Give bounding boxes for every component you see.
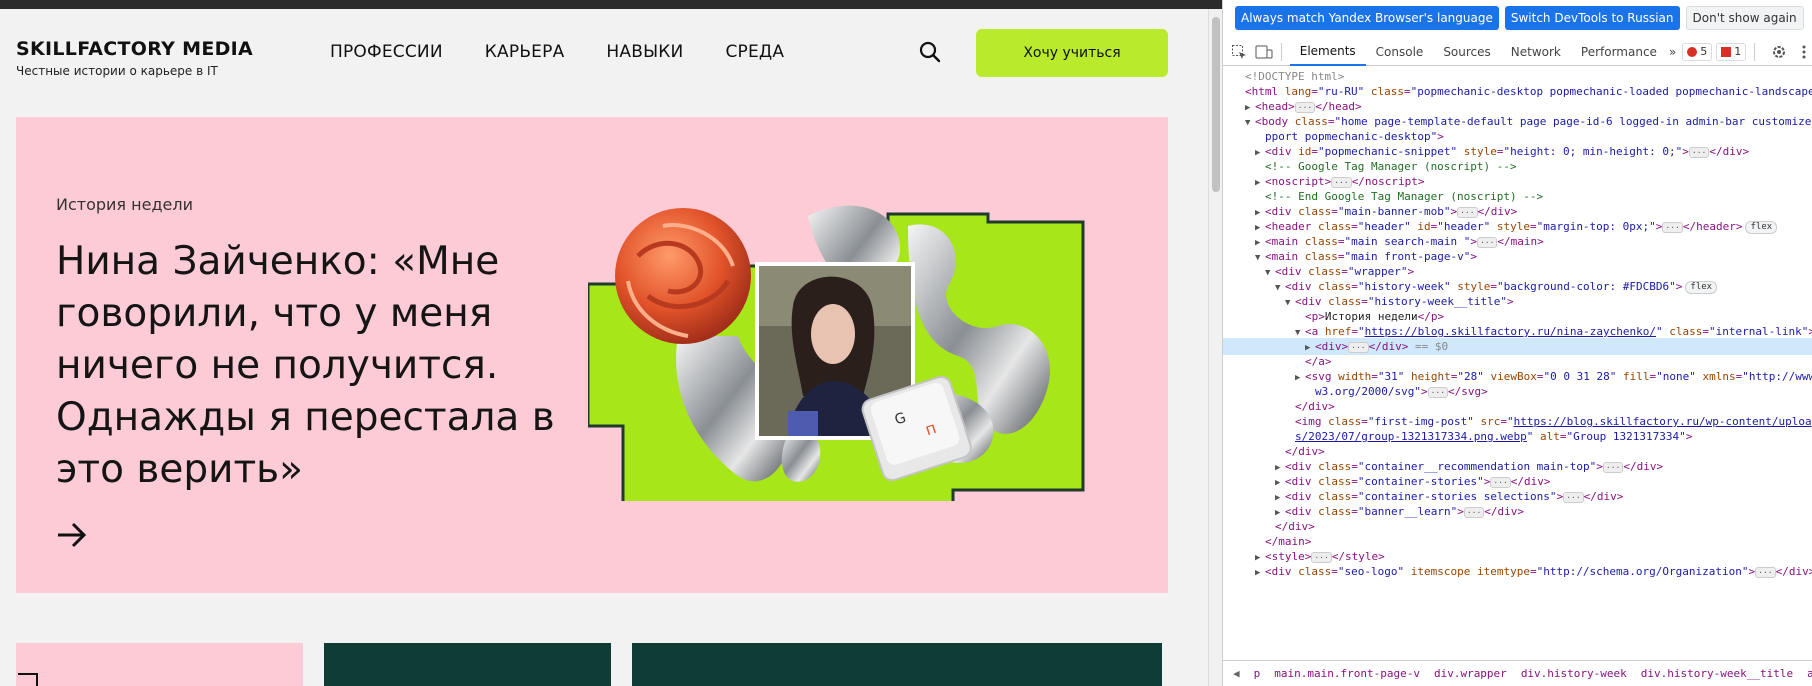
breadcrumb-scroll-left-icon[interactable]: ◀ <box>1233 667 1240 680</box>
corner-bracket-icon <box>18 673 38 686</box>
dom-tree-row[interactable]: ▶ <div class="seo-logo" itemscope itemtyp… <box>1223 563 1812 580</box>
match-browser-language-button[interactable]: Always match Yandex Browser's language <box>1235 6 1499 30</box>
arrow-right-icon[interactable] <box>54 517 90 553</box>
tab-console[interactable]: Console <box>1366 38 1434 66</box>
nav-item-professions[interactable]: ПРОФЕССИИ <box>330 42 443 62</box>
kebab-menu-icon[interactable] <box>1794 42 1812 62</box>
errors-badge[interactable]: 5 <box>1682 42 1713 61</box>
website-viewport: SKILLFACTORY MEDIA Честные истории о кар… <box>0 0 1222 686</box>
breadcrumb-item[interactable]: div.history-week <box>1521 667 1627 680</box>
breadcrumb-item[interactable]: div.history-week__title <box>1641 667 1793 680</box>
issues-count: 1 <box>1734 45 1742 58</box>
story-card-1[interactable] <box>16 643 303 686</box>
dom-breadcrumbs: ◀ p main.main.front-page-v div.wrapper div.h… <box>1223 660 1812 686</box>
more-tabs-icon[interactable]: » <box>1667 38 1678 66</box>
toolbar-divider <box>1754 42 1756 61</box>
breadcrumb-item[interactable]: main.main.front-page-v <box>1274 667 1420 680</box>
switch-to-russian-button[interactable]: Switch DevTools to Russian <box>1504 6 1680 30</box>
breadcrumb-item[interactable]: p <box>1254 667 1261 680</box>
inspect-element-icon[interactable] <box>1229 42 1248 62</box>
issue-icon <box>1721 46 1732 57</box>
site-logo[interactable]: SKILLFACTORY MEDIA Честные истории о кар… <box>16 38 253 78</box>
top-strip <box>0 0 1222 9</box>
errors-count: 5 <box>1700 45 1708 58</box>
toolbar-divider <box>1281 42 1282 61</box>
gear-icon[interactable] <box>1769 42 1788 62</box>
breadcrumb-item[interactable]: div.wrapper <box>1434 667 1507 680</box>
story-illustration: G п <box>586 196 1088 510</box>
breadcrumb-item[interactable]: a.internal-link <box>1807 667 1812 680</box>
tab-performance[interactable]: Performance <box>1571 38 1667 66</box>
page-scrollbar[interactable] <box>1208 9 1222 686</box>
device-toolbar-icon[interactable] <box>1254 42 1273 62</box>
story-of-week-banner[interactable]: История недели Нина Зайченко: «Мне говор… <box>16 117 1168 593</box>
tab-network[interactable]: Network <box>1501 38 1571 66</box>
nav-item-career[interactable]: КАРЬЕРА <box>485 42 565 62</box>
issues-badge[interactable]: 1 <box>1716 42 1747 61</box>
search-icon[interactable] <box>918 40 942 64</box>
nav-item-environment[interactable]: СРЕДА <box>725 42 784 62</box>
story-card-3[interactable] <box>632 643 1162 686</box>
story-kicker: История недели <box>56 195 193 214</box>
logo-title: SKILLFACTORY MEDIA <box>16 38 254 60</box>
devtools-tabbar: Elements Console Sources Network Perform… <box>1223 38 1812 66</box>
expand-toggle-icon[interactable]: ▶ <box>1255 565 1265 582</box>
story-title[interactable]: Нина Зайченко: «Мне говорили, что у меня… <box>56 236 616 496</box>
error-icon <box>1687 46 1698 57</box>
devtools-language-infobar: Always match Yandex Browser's language S… <box>1223 0 1812 36</box>
want-to-learn-button[interactable]: Хочу учиться <box>976 29 1168 77</box>
scrollbar-thumb[interactable] <box>1212 17 1220 192</box>
story-card-2[interactable] <box>324 643 611 686</box>
tab-sources[interactable]: Sources <box>1433 38 1500 66</box>
dont-show-again-button[interactable]: Don't show again <box>1685 6 1804 30</box>
nav-item-skills[interactable]: НАВЫКИ <box>606 42 683 62</box>
dom-tree[interactable]: <!DOCTYPE html> <html lang="ru-RU" class=… <box>1223 68 1812 658</box>
main-nav: ПРОФЕССИИ КАРЬЕРА НАВЫКИ СРЕДА <box>330 42 784 62</box>
logo-tagline: Честные истории о карьере в IT <box>16 64 218 78</box>
tab-elements[interactable]: Elements <box>1289 38 1366 66</box>
devtools-panel: Always match Yandex Browser's language S… <box>1222 0 1812 686</box>
